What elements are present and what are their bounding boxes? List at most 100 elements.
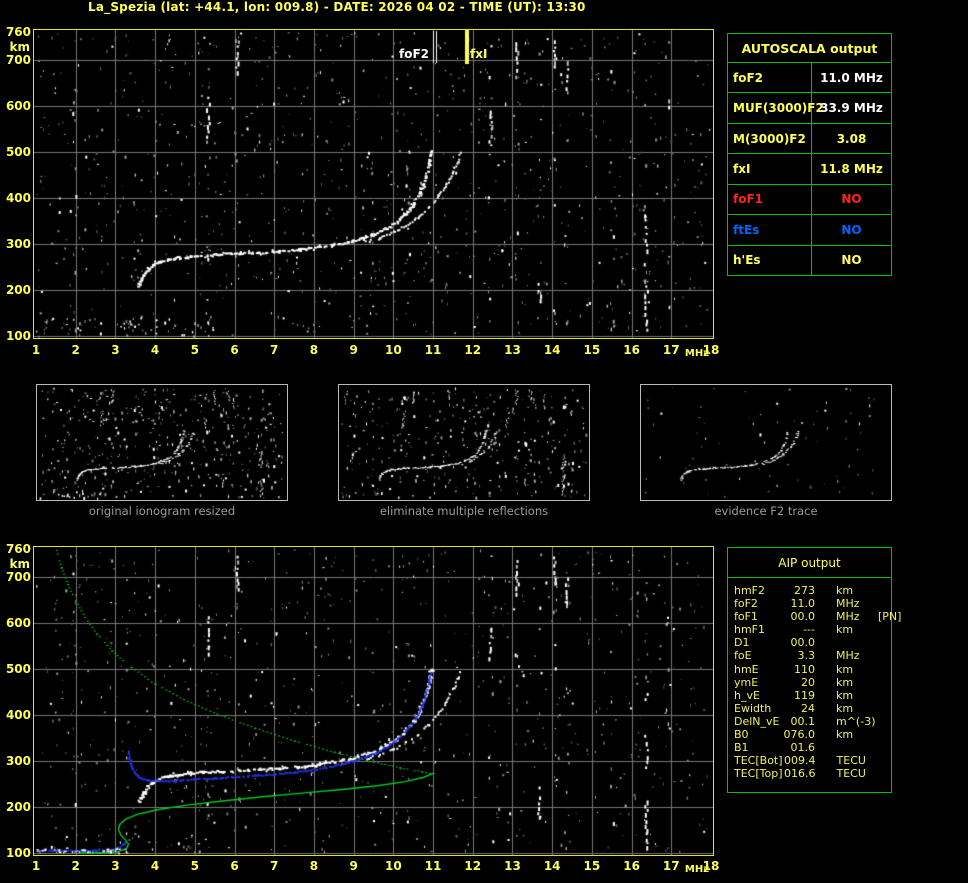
aip-label-Ewidth: Ewidth xyxy=(734,701,772,715)
bottom-x-tick-8: 8 xyxy=(309,859,319,873)
bottom-x-tick-17: 17 xyxy=(662,859,680,873)
top-y-tick-300: 300 xyxy=(5,236,31,251)
top-x-tick-6: 6 xyxy=(230,343,239,357)
fof2-marker-label: foF2 xyxy=(398,47,429,61)
bottom-y-tick-760: 760 xyxy=(5,542,31,556)
top-y-tick-100: 100 xyxy=(5,329,31,343)
aip-unit-hmF1: km xyxy=(836,623,854,637)
top-ionogram-plot xyxy=(33,29,714,339)
aip-row-ymE: ymE 20 km xyxy=(734,675,891,690)
autoscala-label-M(3000)F2: M(3000)F2 xyxy=(728,123,812,154)
aip-label-foE: foE xyxy=(734,649,752,663)
top-y-tick-500: 500 xyxy=(5,144,31,159)
top-y-tick-600: 600 xyxy=(5,98,31,113)
autoscala-value-ftEs: NO xyxy=(841,222,862,237)
aip-unit-B0: km xyxy=(836,728,854,742)
autoscala-value-MUF(3000)F2: 33.9 MHz xyxy=(820,101,883,116)
bottom-y-tick-400: 400 xyxy=(5,707,31,722)
mini-panel-original-ionogram xyxy=(36,384,288,501)
bottom-y-axis-unit: km xyxy=(9,557,30,571)
top-x-tick-14: 14 xyxy=(543,343,561,357)
aip-label-TEC[Top]: TEC[Top] xyxy=(734,767,783,781)
bottom-y-tick-200: 200 xyxy=(5,799,31,814)
fxi-marker-label: fxI xyxy=(470,47,488,61)
aip-output-table: AIP output hmF2 273 km foF2 11.0 MHz foF1 00.0 M… xyxy=(727,547,901,793)
bottom-x-tick-11: 11 xyxy=(424,859,442,873)
aip-value-Ewidth: 24 xyxy=(801,701,815,715)
top-x-tick-13: 13 xyxy=(504,343,521,357)
bottom-x-tick-14: 14 xyxy=(543,859,561,873)
bottom-x-tick-1: 1 xyxy=(31,859,41,873)
bottom-y-tick-500: 500 xyxy=(5,661,31,676)
top-x-tick-9: 9 xyxy=(349,343,358,357)
aip-label-ymE: ymE xyxy=(734,675,759,689)
autoscala-value-foF2: 11.0 MHz xyxy=(820,70,883,85)
autoscala-label-ftEs: ftEs xyxy=(728,215,812,245)
aip-row-Ewidth: Ewidth 24 km xyxy=(734,701,891,716)
aip-table-body: hmF2 273 km foF2 11.0 MHz foF1 00.0 MHz [PN] hmF1-… xyxy=(728,578,901,781)
top-y-tick-700: 700 xyxy=(5,52,31,67)
bottom-x-tick-4: 4 xyxy=(150,859,160,873)
aip-value-hmE: 110 xyxy=(794,662,815,676)
aip-row-h_vE: h_vE 119 km xyxy=(734,688,891,703)
top-x-tick-11: 11 xyxy=(424,343,442,357)
bottom-x-tick-16: 16 xyxy=(623,859,640,873)
autoscala-row-ftEs: ftEs NO xyxy=(728,215,891,246)
autoscala-row-M(3000)F2: M(3000)F2 3.08 xyxy=(728,123,891,155)
bottom-ionogram-plot xyxy=(33,546,714,856)
bottom-ionogram-canvas xyxy=(34,547,713,855)
bottom-y-tick-300: 300 xyxy=(5,753,31,768)
autoscala-table-body: foF2 11.0 MHz MUF(3000)F2 33.9 MHz M(3000)F2… xyxy=(728,63,891,275)
bottom-x-tick-7: 7 xyxy=(270,859,279,873)
top-y-tick-760: 760 xyxy=(5,25,31,39)
autoscala-row-foF2: foF2 11.0 MHz xyxy=(728,63,891,94)
autoscala-row-h'Es: h'Es NO xyxy=(728,245,891,275)
autoscala-label-MUF(3000)F2: MUF(3000)F2 xyxy=(728,93,824,123)
autoscala-output-table: AUTOSCALA output foF2 11.0 MHz MUF(3000)F2… xyxy=(727,33,892,276)
aip-row-foE: foE 3.3 MHz xyxy=(734,650,891,663)
bottom-x-tick-13: 13 xyxy=(504,859,521,873)
bottom-x-tick-3: 3 xyxy=(111,859,120,873)
aip-row-hmE: hmE 110 km xyxy=(734,662,891,677)
top-x-axis-unit: MHz xyxy=(684,348,710,359)
top-x-tick-10: 10 xyxy=(384,343,402,357)
page-title: La_Spezia (lat: +44.1, lon: 009.8) - DAT… xyxy=(88,0,586,14)
aip-row-TEC[Top]: TEC[Top] 016.6 TECU xyxy=(734,768,891,781)
top-x-tick-4: 4 xyxy=(150,343,160,357)
top-x-tick-7: 7 xyxy=(270,343,279,357)
aip-unit-hmE: km xyxy=(836,662,854,676)
aip-table-title: AIP output xyxy=(728,548,891,578)
autoscala-row-MUF(3000)F2: MUF(3000)F2 33.9 MHz xyxy=(728,93,891,124)
aip-value-TEC[Top]: 016.6 xyxy=(784,767,816,781)
autoscala-label-fxI: fxI xyxy=(728,154,812,184)
top-x-tick-8: 8 xyxy=(309,343,319,357)
mini-panel-original-canvas xyxy=(37,385,287,500)
top-x-tick-5: 5 xyxy=(190,343,199,357)
aip-value-foE: 3.3 xyxy=(797,649,816,663)
top-y-axis-unit: km xyxy=(9,40,30,54)
mini-panel-caption-eliminate: eliminate multiple reflections xyxy=(379,504,549,518)
autoscala-label-foF2: foF2 xyxy=(728,63,812,93)
top-y-tick-200: 200 xyxy=(5,282,31,297)
autoscala-row-fxI: fxI 11.8 MHz xyxy=(728,154,891,185)
top-ionogram-canvas xyxy=(34,30,713,338)
bottom-x-tick-9: 9 xyxy=(349,859,358,873)
aip-unit-Ewidth: km xyxy=(836,701,854,715)
autoscala-value-fxI: 11.8 MHz xyxy=(820,161,883,176)
bottom-x-tick-15: 15 xyxy=(583,859,601,873)
aip-unit-h_vE: km xyxy=(836,688,854,702)
top-x-tick-16: 16 xyxy=(623,343,640,357)
top-x-tick-12: 12 xyxy=(464,343,482,357)
top-y-tick-400: 400 xyxy=(5,190,31,205)
top-x-tick-1: 1 xyxy=(31,343,41,357)
mini-panel-eliminate-canvas xyxy=(339,385,589,500)
bottom-x-tick-10: 10 xyxy=(384,859,402,873)
mini-panel-evidence-f2 xyxy=(640,384,892,501)
mini-panel-eliminate-reflections xyxy=(338,384,590,501)
mini-panel-evidence-canvas xyxy=(641,385,891,500)
bottom-x-axis-unit: MHz xyxy=(684,864,710,875)
autoscala-value-M(3000)F2: 3.08 xyxy=(836,131,867,146)
bottom-x-tick-2: 2 xyxy=(71,859,80,873)
autoscala-table-title: AUTOSCALA output xyxy=(728,34,891,63)
aip-value-h_vE: 119 xyxy=(794,688,815,702)
